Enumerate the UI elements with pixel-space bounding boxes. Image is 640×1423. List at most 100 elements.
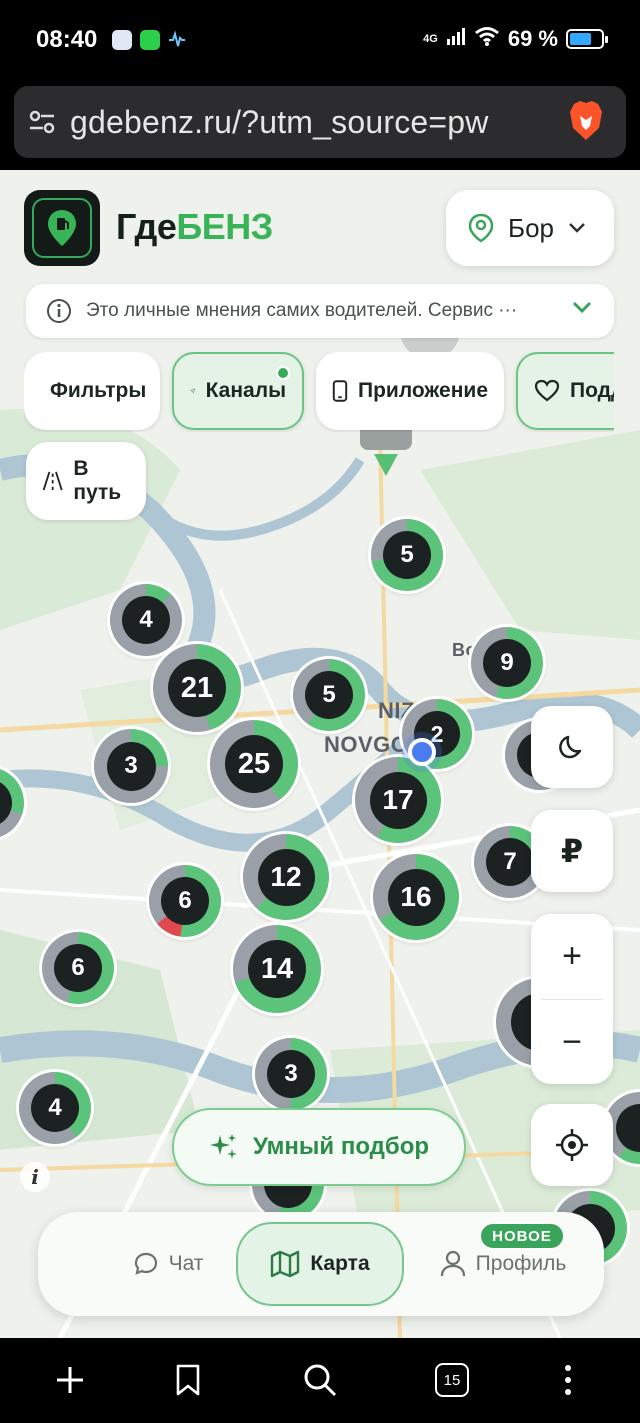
phone-icon: [332, 380, 348, 402]
cluster-count: 3: [106, 741, 156, 791]
station-cluster[interactable]: 16: [373, 854, 459, 940]
tabs-count: 15: [435, 1363, 469, 1397]
search-button[interactable]: [300, 1360, 340, 1400]
map-icon: [271, 1250, 300, 1278]
sparkle-icon: [209, 1134, 237, 1159]
moon-icon: [559, 735, 582, 759]
chat-bubble-icon: [134, 1252, 157, 1275]
cluster-count: 5: [305, 671, 353, 719]
cluster-core: [0, 779, 12, 827]
new-tab-button[interactable]: [50, 1360, 90, 1400]
zoom-in-button[interactable]: +: [531, 914, 613, 999]
status-time: 08:40: [36, 26, 98, 53]
nav-map-label: Карта: [310, 1252, 370, 1275]
new-badge: НОВОЕ: [479, 1222, 565, 1250]
station-cluster[interactable]: 17: [355, 757, 441, 843]
activity-icon: [168, 30, 186, 55]
zoom-control: + −: [531, 914, 613, 1084]
chip-channels-label: Каналы: [205, 379, 286, 402]
disclaimer-text: Это личные мнения самих водителей. Серви…: [86, 300, 518, 321]
cluster-core: [616, 1104, 640, 1152]
plus-icon: [57, 1367, 83, 1393]
station-cluster[interactable]: 5: [371, 519, 443, 591]
chip-support[interactable]: Подд: [516, 352, 614, 430]
location-pin-icon: [468, 213, 494, 243]
station-cluster[interactable]: 3: [255, 1038, 327, 1110]
logo-frame: [32, 198, 92, 258]
cluster-count: 21: [168, 659, 226, 717]
station-cluster[interactable]: 12: [243, 834, 329, 920]
menu-button[interactable]: [548, 1360, 588, 1400]
cluster-count: 14: [248, 940, 306, 998]
map-attribution-button[interactable]: i: [20, 1162, 50, 1192]
cluster-count: 9: [483, 639, 531, 687]
browser-toolbar: gdebenz.ru/?utm_source=pw: [0, 80, 640, 170]
cluster-count: 12: [257, 848, 315, 906]
smart-pick-button[interactable]: Умный подбор: [172, 1108, 466, 1186]
map-page[interactable]: NIZH NOVGOROD Bo 5 4 21 5 9 3 25 2 17 7 6 12 16 6 14 3 4…: [0, 170, 640, 1338]
chip-filters-label: Фильтры: [50, 379, 147, 402]
network-label: 4G: [423, 33, 438, 45]
station-cluster[interactable]: 4: [110, 584, 182, 656]
umbrella-app-icon: [112, 30, 132, 50]
brand-part-1: Где: [116, 206, 177, 247]
bookmark-icon: [176, 1364, 200, 1396]
route-label: В путь: [73, 457, 122, 504]
user-location-marker: [408, 738, 436, 766]
app-logo[interactable]: [24, 190, 100, 266]
station-cluster[interactable]: 5: [293, 659, 365, 731]
cluster-count: 6: [54, 944, 102, 992]
station-cluster[interactable]: 3: [94, 729, 168, 803]
nav-chat[interactable]: Чат: [98, 1222, 238, 1306]
nav-map[interactable]: Карта: [236, 1222, 404, 1306]
crosshair-icon: [556, 1129, 588, 1161]
battery-icon: [566, 29, 608, 49]
chip-filters[interactable]: Фильтры: [24, 352, 160, 430]
cluster-count: 17: [369, 771, 427, 829]
address-bar[interactable]: gdebenz.ru/?utm_source=pw: [14, 86, 626, 158]
brave-shields-icon[interactable]: [568, 100, 604, 147]
site-settings-icon[interactable]: [28, 108, 56, 141]
zoom-out-button[interactable]: −: [531, 1000, 613, 1085]
chat-app-icon: [140, 30, 160, 50]
station-cluster[interactable]: 21: [153, 644, 241, 732]
cluster-count: 4: [122, 596, 170, 644]
currency-symbol: ₽: [560, 833, 584, 869]
tabs-button[interactable]: 15: [432, 1360, 472, 1400]
brand-title: ГдеБЕНЗ: [116, 206, 273, 248]
station-cluster[interactable]: 14: [233, 925, 321, 1013]
user-icon: [440, 1250, 465, 1277]
station-cluster[interactable]: 6: [42, 932, 114, 1004]
station-cluster[interactable]: 6: [149, 865, 221, 937]
cluster-count: 3: [267, 1050, 315, 1098]
more-vertical-icon: [565, 1365, 571, 1395]
station-cluster[interactable]: 25: [210, 720, 298, 808]
network-indicator: 4G: [423, 33, 438, 45]
fuel-pin-icon: [48, 210, 76, 246]
chevron-down-icon: [569, 223, 585, 233]
cluster-count: 4: [31, 1084, 79, 1132]
dark-mode-button[interactable]: [531, 706, 613, 788]
chip-channels[interactable]: Каналы: [172, 352, 304, 430]
currency-button[interactable]: ₽: [531, 810, 613, 892]
brand-part-2: БЕНЗ: [176, 206, 273, 247]
route-button[interactable]: В путь: [26, 442, 146, 520]
status-bar: 08:40 4G 69 %: [0, 0, 640, 80]
app-header: ГдеБЕНЗ Бор: [0, 170, 640, 270]
city-selector[interactable]: Бор: [446, 190, 614, 266]
cluster-count: 7: [486, 838, 534, 886]
cluster-count: 5: [383, 531, 431, 579]
road-icon: [42, 471, 63, 491]
station-cluster[interactable]: 4: [19, 1072, 91, 1144]
city-name: Бор: [508, 212, 554, 243]
wifi-icon: [474, 26, 500, 52]
chip-app[interactable]: Приложение: [316, 352, 504, 430]
url-text[interactable]: gdebenz.ru/?utm_source=pw: [70, 104, 560, 141]
disclaimer-banner[interactable]: Это личные мнения самих водителей. Серви…: [26, 284, 614, 338]
station-cluster[interactable]: 9: [471, 627, 543, 699]
locate-me-button[interactable]: [531, 1104, 613, 1186]
bookmarks-button[interactable]: [168, 1360, 208, 1400]
navigation-arrow-icon: [190, 388, 196, 394]
expand-chevron-icon[interactable]: [572, 300, 592, 314]
cluster-count: 6: [161, 877, 209, 925]
